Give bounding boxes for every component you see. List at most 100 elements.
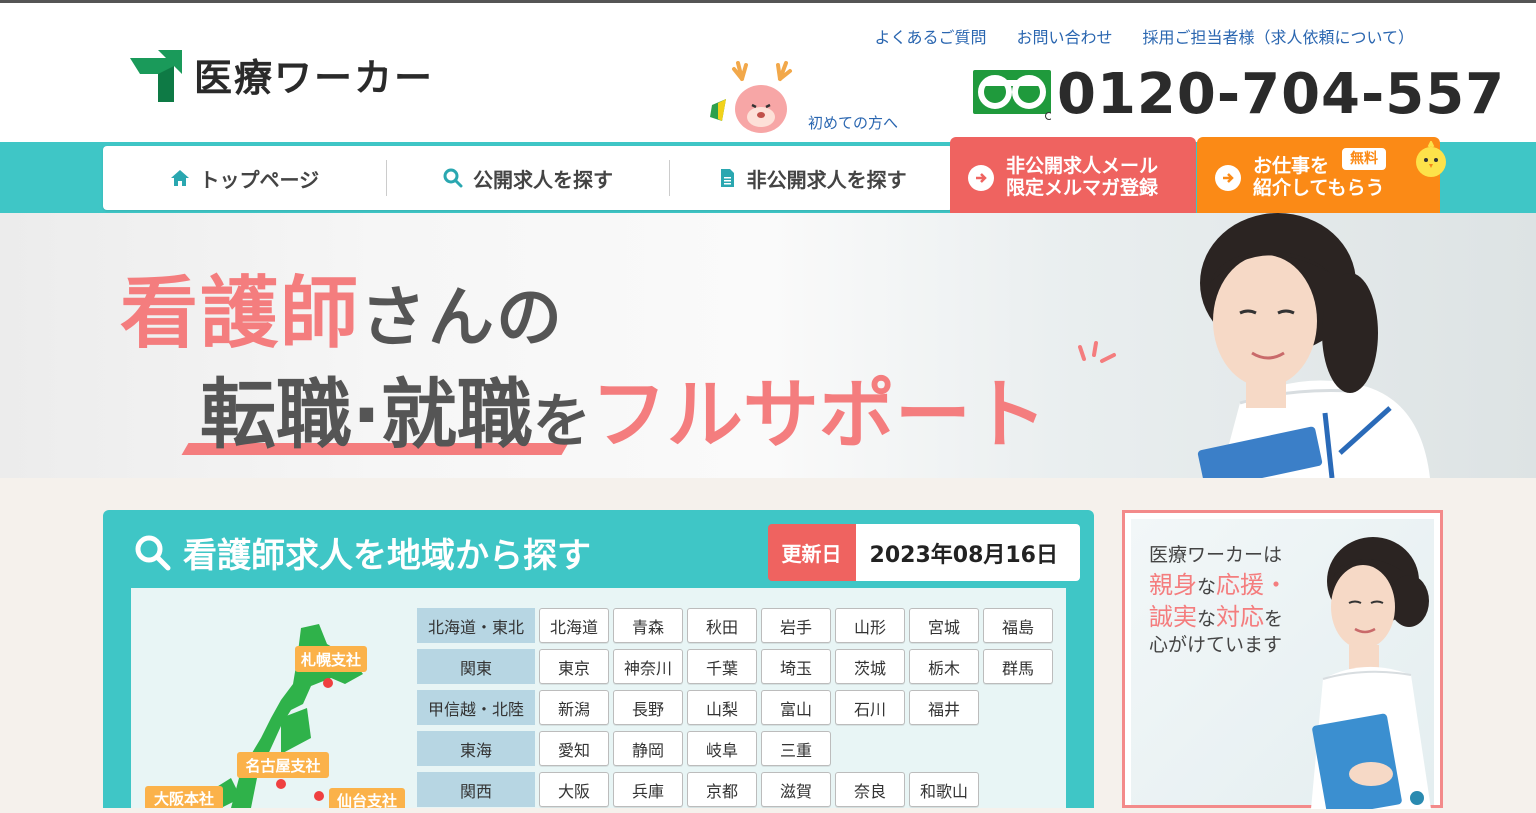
search-icon: [135, 535, 171, 570]
site-logo[interactable]: 医療ワーカー: [128, 47, 434, 102]
nurse-photo: [1311, 537, 1431, 809]
free-badge: 無料: [1342, 148, 1386, 171]
nurse-photo: [1197, 213, 1430, 478]
pref-button[interactable]: 和歌山: [909, 772, 979, 807]
pref-button[interactable]: 石川: [835, 690, 905, 725]
region-search-body: 札幌支社 名古屋支社 仙台支社 大阪本社 北海道・東北 北海道 青森 秋田 岩手…: [131, 588, 1066, 808]
side-line3c: 対応: [1216, 603, 1265, 632]
job-introduction-button[interactable]: お仕事を 紹介してもらう 無料: [1197, 137, 1446, 219]
pref-button[interactable]: 神奈川: [613, 649, 683, 684]
pref-button[interactable]: 静岡: [613, 731, 683, 766]
mail-magazine-line1: 非公開求人メール: [1006, 155, 1159, 178]
map-label-sapporo: 札幌支社: [300, 651, 361, 669]
faq-link[interactable]: よくあるご質問: [874, 24, 986, 48]
search-icon: [443, 168, 463, 188]
pref-button[interactable]: 愛知: [539, 731, 609, 766]
pref-button[interactable]: 富山: [761, 690, 831, 725]
logo-arrow-icon: [130, 49, 182, 102]
side-banner[interactable]: 医療ワーカーは 親身な応援・ 誠実な対応を 心がけています: [1122, 510, 1443, 809]
nav-top-page[interactable]: トップページ: [103, 160, 387, 196]
pref-button[interactable]: 群馬: [983, 649, 1053, 684]
job-introduction-line2: 紹介してもらう: [1253, 177, 1385, 199]
side-banner-inner: 医療ワーカーは 親身な応援・ 誠実な対応を 心がけています: [1131, 519, 1434, 809]
mail-magazine-label: 非公開求人メール 限定メルマガ登録: [1006, 155, 1159, 200]
pref-button[interactable]: 埼玉: [761, 649, 831, 684]
mail-magazine-button[interactable]: 非公開求人メール 限定メルマガ登録: [950, 137, 1196, 219]
pref-button[interactable]: 京都: [687, 772, 757, 807]
first-time-link[interactable]: 初めての方へ: [808, 112, 898, 133]
arrow-right-icon: [1215, 165, 1241, 191]
employer-link[interactable]: 採用ご担当者様（求人依頼について）: [1142, 24, 1414, 48]
logo-text: 医療ワーカー: [194, 56, 435, 100]
region-label: 北海道・東北: [417, 608, 535, 643]
pref-button[interactable]: 千葉: [687, 649, 757, 684]
pref-button[interactable]: 栃木: [909, 649, 979, 684]
nav-private-jobs-label: 非公開求人を探す: [746, 167, 907, 192]
side-line3b: な: [1197, 608, 1217, 631]
nav-public-jobs[interactable]: 公開求人を探す: [387, 160, 671, 196]
side-line3a: 誠実: [1149, 603, 1197, 632]
pref-button[interactable]: 新潟: [539, 690, 609, 725]
pref-button[interactable]: 大阪: [539, 772, 609, 807]
pref-button[interactable]: 長野: [613, 690, 683, 725]
map-label-nagoya: 名古屋支社: [245, 757, 320, 775]
map-label-osaka: 大阪本社: [154, 790, 214, 808]
region-row-koshinetsu-hokuriku: 甲信越・北陸 新潟 長野 山梨 富山 石川 福井: [417, 690, 1053, 725]
side-line1: 医療ワーカーは: [1149, 544, 1283, 566]
hero-career-text: 転職·就職: [200, 370, 533, 459]
arrow-right-icon: [968, 165, 994, 191]
side-line2c: 応援・: [1216, 570, 1289, 599]
region-table: 北海道・東北 北海道 青森 秋田 岩手 山形 宮城 福島 関東 東京 神奈川 千…: [417, 608, 1053, 813]
hero-san-text: さんの: [360, 279, 565, 356]
region-label: 関西: [417, 772, 535, 807]
phone-block: 0120-704-557: [973, 67, 1505, 123]
nav-public-jobs-label: 公開求人を探す: [473, 167, 613, 192]
contact-link[interactable]: お問い合わせ: [1016, 24, 1112, 48]
hero-headline-1: 看護師さんの: [120, 251, 564, 363]
pref-button[interactable]: 奈良: [835, 772, 905, 807]
pref-button[interactable]: 山形: [835, 608, 905, 643]
update-date: 2023年08月16日: [855, 524, 1080, 581]
update-date-box: 更新日 2023年08月16日: [767, 524, 1080, 581]
side-line2b: な: [1197, 575, 1217, 598]
utility-nav: よくあるご質問 お問い合わせ 採用ご担当者様（求人依頼について）: [874, 24, 1414, 48]
pref-button[interactable]: 青森: [613, 608, 683, 643]
region-row-kanto: 関東 東京 神奈川 千葉 埼玉 茨城 栃木 群馬: [417, 649, 1053, 684]
pref-button[interactable]: 宮城: [909, 608, 979, 643]
pref-button[interactable]: 茨城: [835, 649, 905, 684]
region-label: 甲信越・北陸: [417, 690, 535, 725]
region-search-title-text: 看護師求人を地域から探す: [183, 536, 591, 576]
pref-button[interactable]: 福井: [909, 690, 979, 725]
side-banner-text: 医療ワーカーは 親身な応援・ 誠実な対応を 心がけています: [1149, 543, 1288, 659]
pref-button[interactable]: 秋田: [687, 608, 757, 643]
pref-button[interactable]: 北海道: [539, 608, 609, 643]
pref-button[interactable]: 東京: [539, 649, 609, 684]
pref-button[interactable]: 滋賀: [761, 772, 831, 807]
pref-button[interactable]: 岩手: [761, 608, 831, 643]
side-line2a: 親身: [1149, 570, 1197, 599]
nav-top-page-label: トップページ: [199, 167, 320, 192]
region-label: 関東: [417, 649, 535, 684]
region-row-hokkaido-tohoku: 北海道・東北 北海道 青森 秋田 岩手 山形 宮城 福島: [417, 608, 1053, 643]
hero-nurse-text: 看護師: [120, 269, 361, 359]
document-icon: [720, 169, 734, 187]
update-label: 更新日: [767, 524, 856, 581]
hero-banner: 看護師さんの 転職·就職をフルサポート: [0, 213, 1536, 478]
freedial-icon: [973, 70, 1051, 120]
phone-number[interactable]: 0120-704-557: [1057, 67, 1505, 123]
pref-button[interactable]: 岐阜: [687, 731, 757, 766]
site-header: 医療ワーカー よくあるご質問 お問い合わせ 採用ご担当者様（求人依頼について） …: [0, 3, 1536, 142]
nav-private-jobs[interactable]: 非公開求人を探す: [670, 160, 953, 196]
mail-magazine-line2: 限定メルマガ登録: [1006, 177, 1159, 199]
region-search-title: 看護師求人を地域から探す: [133, 528, 591, 577]
deer-mascot-icon[interactable]: [708, 59, 803, 145]
arrow-right-icon[interactable]: [1410, 791, 1424, 805]
pref-button[interactable]: 山梨: [687, 690, 757, 725]
side-line4: 心がけています: [1149, 634, 1283, 657]
pref-button[interactable]: 福島: [983, 608, 1053, 643]
chick-icon: [1416, 141, 1446, 177]
map-label-sendai: 仙台支社: [337, 792, 397, 808]
pref-button[interactable]: 兵庫: [613, 772, 683, 807]
main-nav: トップページ 公開求人を探す 非公開求人を探す: [103, 146, 953, 210]
pref-button[interactable]: 三重: [761, 731, 831, 766]
